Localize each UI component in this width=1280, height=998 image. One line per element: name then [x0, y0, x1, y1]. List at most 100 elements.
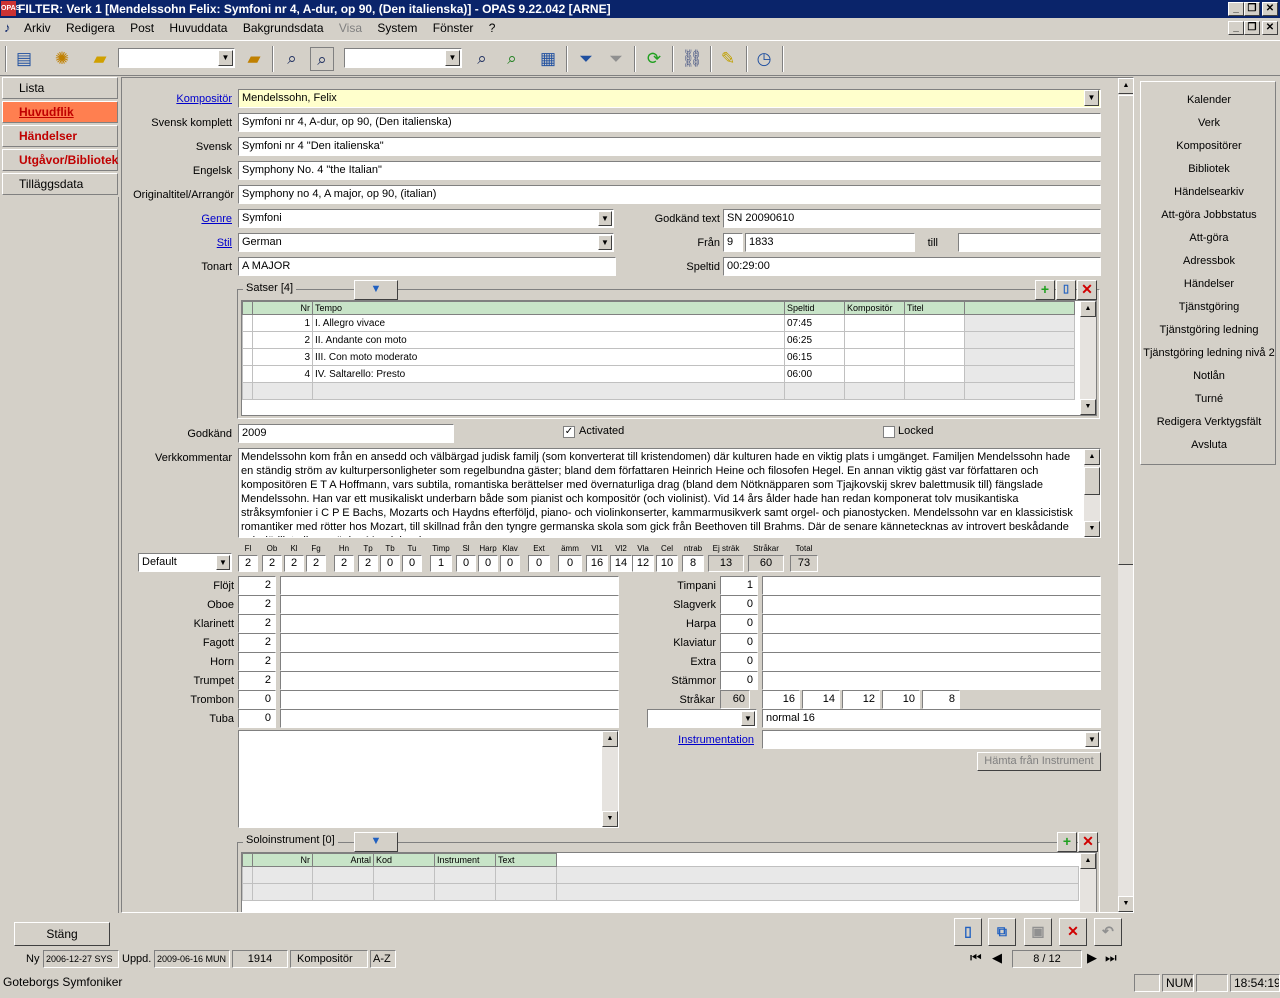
strakar-cel[interactable]: 10	[882, 690, 920, 709]
satser-kompositor[interactable]	[844, 365, 905, 383]
nav-tab-tillaggsdata[interactable]: Tilläggsdata	[2, 173, 118, 195]
right-menu-item[interactable]: Kompositörer	[1141, 140, 1277, 152]
form-icon[interactable]: ▤	[12, 47, 36, 71]
activated-checkbox[interactable]: ✓	[563, 426, 575, 438]
strakar-vl1[interactable]: 16	[762, 690, 800, 709]
satser-col-nr[interactable]: Nr	[252, 301, 313, 315]
right-menu-item[interactable]: Adressbok	[1141, 255, 1277, 267]
instrument-count[interactable]: 0	[238, 690, 276, 709]
orchestration-value[interactable]: 2	[358, 555, 378, 572]
solo-col-nr[interactable]: Nr	[252, 853, 313, 867]
previous-record-icon[interactable]: ◀	[992, 950, 1002, 966]
right-menu-item[interactable]: Tjänstgöring	[1141, 301, 1277, 313]
chevron-down-icon[interactable]: ▼	[1084, 90, 1099, 106]
instrument-count[interactable]: 0	[720, 595, 758, 614]
right-menu-item[interactable]: Händelsearkiv	[1141, 186, 1277, 198]
instrument-text[interactable]	[762, 633, 1101, 652]
svensk-komplett-field[interactable]: Symfoni nr 4, A-dur, op 90, (Den italien…	[238, 113, 1101, 132]
verkkommentar-field[interactable]: Mendelssohn kom från en ansedd och välbä…	[238, 448, 1101, 538]
kompositor-field[interactable]: Mendelssohn, Felix ▼	[238, 89, 1101, 108]
row-selector[interactable]	[242, 382, 253, 400]
instrument-text[interactable]	[280, 690, 619, 709]
orchestration-value[interactable]: 10	[656, 555, 678, 572]
nav-tab-huvudflik[interactable]: Huvudflik	[2, 101, 118, 123]
mdi-restore-icon[interactable]: ❐	[1244, 21, 1260, 35]
save-folder-icon[interactable]: ▰	[242, 47, 266, 71]
solo-col-antal[interactable]: Antal	[312, 853, 374, 867]
orchestration-value[interactable]: 0	[528, 555, 550, 572]
chevron-down-icon[interactable]: ▼	[598, 235, 612, 250]
menu-huvuddata[interactable]: Huvuddata	[169, 21, 227, 35]
genre-field[interactable]: Symfoni ▼	[238, 209, 614, 228]
save-record-icon[interactable]: ▣	[1024, 918, 1052, 946]
satser-nr[interactable]: 3	[252, 348, 313, 366]
new-record-icon[interactable]: ▯	[954, 918, 982, 946]
link-icon[interactable]: ⛓	[680, 47, 704, 71]
instrument-text[interactable]	[762, 576, 1101, 595]
row-selector[interactable]	[242, 365, 253, 383]
table-row[interactable]: 1 I. Allegro vivace 07:45	[242, 314, 1075, 332]
orchestration-value[interactable]: 0	[380, 555, 400, 572]
menu-arkiv[interactable]: Arkiv	[24, 21, 51, 35]
instrument-text[interactable]	[280, 614, 619, 633]
row-selector[interactable]	[242, 314, 253, 332]
hamta-fran-instrument-button[interactable]: Hämta från Instrument	[977, 752, 1101, 771]
stil-field[interactable]: German ▼	[238, 233, 614, 252]
orchestration-value[interactable]: 2	[262, 555, 282, 572]
menu-fonster[interactable]: Fönster	[433, 21, 474, 35]
orchestration-value[interactable]: 1	[430, 555, 452, 572]
godkand-field[interactable]: 2009	[238, 424, 454, 443]
main-scrollbar[interactable]: ▲ ▼	[1117, 78, 1133, 912]
speltid-field[interactable]: 00:29:00	[723, 257, 1101, 276]
satser-tempo[interactable]: II. Andante con moto	[312, 331, 785, 349]
zoom-in-icon[interactable]: ⌕	[500, 47, 524, 71]
satser-tempo[interactable]: III. Con moto moderato	[312, 348, 785, 366]
instrument-text[interactable]	[762, 652, 1101, 671]
satser-titel[interactable]	[904, 348, 965, 366]
orchestration-value[interactable]: 0	[500, 555, 520, 572]
table-row[interactable]: 4 IV. Saltarello: Presto 06:00	[242, 365, 1075, 383]
originaltitel-field[interactable]: Symphony no 4, A major, op 90, (italian)	[238, 185, 1101, 204]
satser-nr[interactable]: 4	[252, 365, 313, 383]
strakar-kb[interactable]: 8	[922, 690, 960, 709]
instrument-count[interactable]: 0	[238, 709, 276, 728]
copy-record-icon[interactable]: ⧉	[988, 918, 1016, 946]
string-desc-field[interactable]: normal 16	[762, 709, 1101, 728]
instrument-count[interactable]: 1	[720, 576, 758, 595]
fran-field[interactable]: 1833	[745, 233, 915, 252]
fran-prefix-field[interactable]: 9	[723, 233, 743, 252]
satser-nr[interactable]: 1	[252, 314, 313, 332]
right-menu-item[interactable]: Bibliotek	[1141, 163, 1277, 175]
filter-icon[interactable]: ⏷	[574, 47, 598, 71]
verkkommentar-scrollbar[interactable]: ▲ ▼	[1084, 449, 1100, 537]
clock-icon[interactable]: ◷	[752, 47, 776, 71]
orchestration-value[interactable]: 2	[334, 555, 354, 572]
satser-tempo[interactable]: I. Allegro vivace	[312, 314, 785, 332]
solo-scrollbar[interactable]: ▲	[1080, 853, 1096, 912]
menu-redigera[interactable]: Redigera	[66, 21, 115, 35]
sort-field[interactable]: Kompositör	[290, 950, 368, 968]
menu-visa[interactable]: Visa	[339, 21, 362, 35]
scroll-down-icon[interactable]: ▼	[1080, 399, 1096, 415]
engelsk-field[interactable]: Symphony No. 4 "the Italian"	[238, 161, 1101, 180]
collapse-solo-icon[interactable]: ▼	[354, 832, 398, 852]
right-menu-item[interactable]: Avsluta	[1141, 439, 1277, 451]
right-menu-item[interactable]: Tjänstgöring ledning nivå 2	[1141, 347, 1277, 359]
nav-tab-lista[interactable]: Lista	[2, 77, 118, 99]
nav-tab-handelser[interactable]: Händelser	[2, 125, 118, 147]
orchestration-value[interactable]: 16	[586, 555, 608, 572]
instrumentation-label[interactable]: Instrumentation	[642, 734, 754, 746]
godkand-text-field[interactable]: SN 20090610	[723, 209, 1101, 228]
scroll-up-icon[interactable]: ▲	[1084, 449, 1100, 465]
sort-order-field[interactable]: A-Z	[370, 950, 396, 968]
edit-icon[interactable]: ✎	[716, 47, 740, 71]
svensk-field[interactable]: Symfoni nr 4 "Den italienska"	[238, 137, 1101, 156]
row-selector[interactable]	[242, 866, 253, 884]
collapse-satser-icon[interactable]: ▼	[354, 280, 398, 300]
satser-speltid[interactable]: 06:25	[784, 331, 845, 349]
open-folder-icon[interactable]: ▰	[88, 47, 112, 71]
orchestration-value[interactable]: 14	[610, 555, 632, 572]
row-selector[interactable]	[242, 348, 253, 366]
instrument-count[interactable]: 2	[238, 576, 276, 595]
satser-col-speltid[interactable]: Speltid	[784, 301, 845, 315]
